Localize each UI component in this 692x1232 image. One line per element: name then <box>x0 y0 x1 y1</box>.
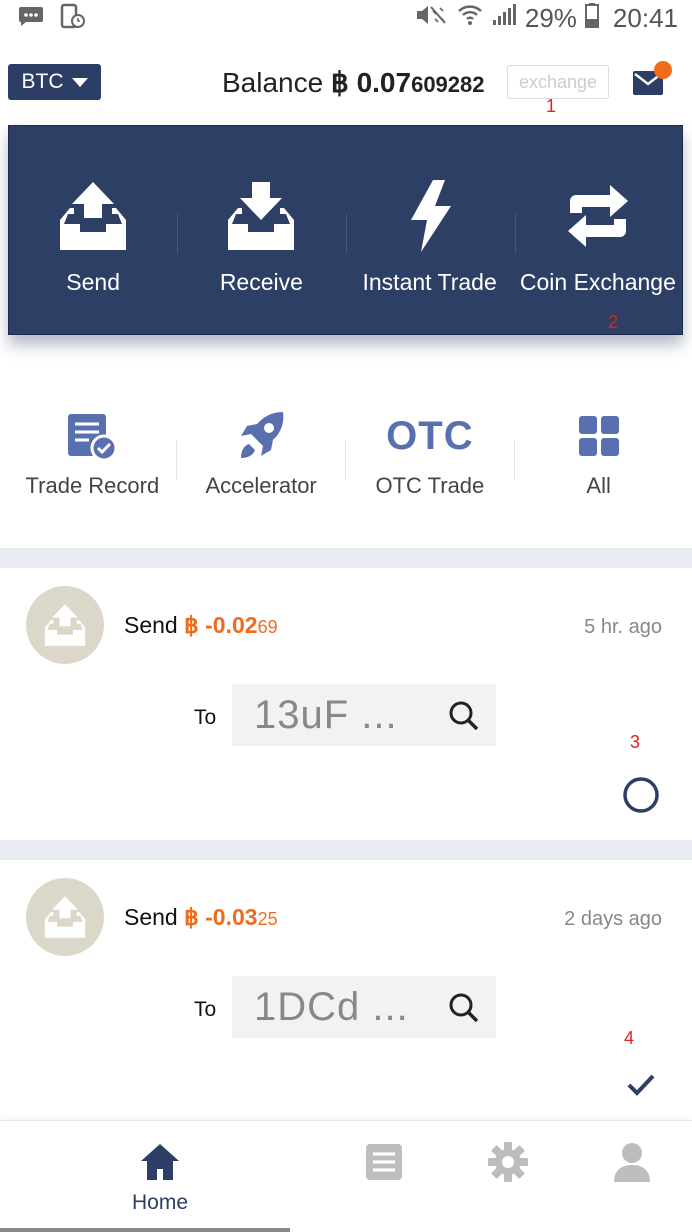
list-icon <box>365 1141 403 1183</box>
wifi-icon <box>457 3 483 34</box>
home-indicator <box>0 1228 290 1232</box>
exchange-arrows-icon <box>558 178 638 254</box>
amount-main: -0.03 <box>205 904 258 930</box>
message-icon <box>18 5 44 32</box>
annotation-marker: 2 <box>608 312 619 332</box>
gear-icon <box>487 1141 529 1183</box>
amount-main: -0.02 <box>205 612 258 638</box>
address-value: 13uF ... <box>254 692 398 737</box>
chevron-down-icon <box>71 77 88 87</box>
annotation-marker: 3 <box>630 732 641 752</box>
otc-trade-label: OTC Trade <box>375 473 485 498</box>
balance-rest: 609282 <box>411 72 485 97</box>
trade-record-label: Trade Record <box>25 473 160 498</box>
phone-clock-icon <box>60 3 86 34</box>
transaction-title: Send ฿ -0.0325 <box>124 904 278 931</box>
instant-trade-label: Instant Trade <box>362 269 497 295</box>
action-panel: Send Receive Instant Trade Coin Exchange <box>8 125 683 335</box>
transaction-card[interactable]: Send ฿ -0.0325 2 days ago To 1DCd ... 4 <box>0 860 692 1120</box>
coin-selector-label: BTC <box>21 70 64 93</box>
nav-profile[interactable] <box>582 1121 682 1221</box>
search-icon[interactable] <box>448 700 480 737</box>
otc-icon-text: OTC <box>386 413 474 458</box>
send-label: Send <box>66 269 120 295</box>
battery-percent: 29% <box>524 2 577 33</box>
coin-exchange-action[interactable]: Coin Exchange <box>514 126 682 334</box>
address-field[interactable]: 1DCd ... <box>232 976 496 1038</box>
trade-record-shortcut[interactable]: Trade Record <box>8 400 177 510</box>
otc-icon: OTC <box>386 410 473 462</box>
trade-record-icon <box>66 410 118 462</box>
home-icon <box>139 1141 181 1183</box>
nav-home-label: Home <box>131 1191 189 1214</box>
receive-tray-icon <box>221 178 301 254</box>
accelerator-shortcut[interactable]: Accelerator <box>177 400 346 510</box>
rocket-icon <box>235 410 287 462</box>
checkmark-icon[interactable] <box>626 1072 656 1103</box>
nav-settings[interactable] <box>458 1121 558 1221</box>
transaction-time: 2 days ago <box>564 908 662 930</box>
balance-main: 0.07 <box>356 67 412 98</box>
instant-trade-action[interactable]: Instant Trade <box>346 126 514 334</box>
send-tray-icon <box>26 878 104 956</box>
shortcut-row: Trade Record Accelerator OTC OTC Trade A… <box>8 400 683 510</box>
coin-exchange-label: Coin Exchange <box>519 269 676 295</box>
bitcoin-symbol: ฿ <box>184 904 199 930</box>
bitcoin-symbol: ฿ <box>184 612 199 638</box>
signal-icon <box>491 3 517 34</box>
annotation-marker: 1 <box>546 96 557 116</box>
notification-dot <box>654 61 672 79</box>
pending-circle-icon[interactable] <box>622 776 660 819</box>
address-field[interactable]: 13uF ... <box>232 684 496 746</box>
search-icon[interactable] <box>448 992 480 1029</box>
address-value: 1DCd ... <box>254 984 409 1029</box>
all-label: All <box>586 473 611 498</box>
bottom-nav: Home <box>0 1120 692 1232</box>
transaction-card[interactable]: Send ฿ -0.0269 5 hr. ago To 13uF ... 3 <box>0 568 692 840</box>
transaction-amount: ฿ -0.0269 <box>184 612 278 638</box>
all-shortcut[interactable]: All <box>514 400 683 510</box>
transaction-type: Send <box>124 904 178 930</box>
user-icon <box>613 1141 651 1183</box>
section-divider <box>0 840 692 860</box>
nav-home[interactable]: Home <box>110 1121 210 1221</box>
amount-rest: 69 <box>257 617 278 637</box>
to-label: To <box>194 706 217 729</box>
transaction-title: Send ฿ -0.0269 <box>124 612 278 639</box>
nav-list[interactable] <box>334 1121 434 1221</box>
send-action[interactable]: Send <box>9 126 177 334</box>
to-label: To <box>194 998 217 1021</box>
otc-trade-shortcut[interactable]: OTC OTC Trade <box>346 400 515 510</box>
section-divider <box>0 548 692 568</box>
balance-label: Balance <box>222 67 324 98</box>
header: BTC Balance ฿ 0.07609282 exchange <box>0 56 692 112</box>
exchange-button[interactable]: exchange <box>507 65 609 99</box>
battery-icon <box>584 2 599 35</box>
receive-action[interactable]: Receive <box>177 126 345 334</box>
status-bar: 29% 20:41 <box>0 0 692 36</box>
mute-icon <box>415 3 449 34</box>
lightning-icon <box>390 178 470 254</box>
send-tray-icon <box>26 586 104 664</box>
transaction-amount: ฿ -0.0325 <box>184 904 278 930</box>
annotation-marker: 4 <box>624 1028 635 1048</box>
amount-rest: 25 <box>257 909 278 929</box>
coin-selector[interactable]: BTC <box>8 64 101 100</box>
grid-icon <box>578 410 619 462</box>
bitcoin-symbol: ฿ <box>330 67 349 98</box>
send-tray-icon <box>53 178 133 254</box>
accelerator-label: Accelerator <box>205 473 317 498</box>
transaction-type: Send <box>124 612 178 638</box>
clock-time: 20:41 <box>612 2 678 33</box>
balance-display: Balance ฿ 0.07609282 <box>222 66 485 99</box>
transaction-time: 5 hr. ago <box>584 616 662 638</box>
receive-label: Receive <box>219 269 303 295</box>
